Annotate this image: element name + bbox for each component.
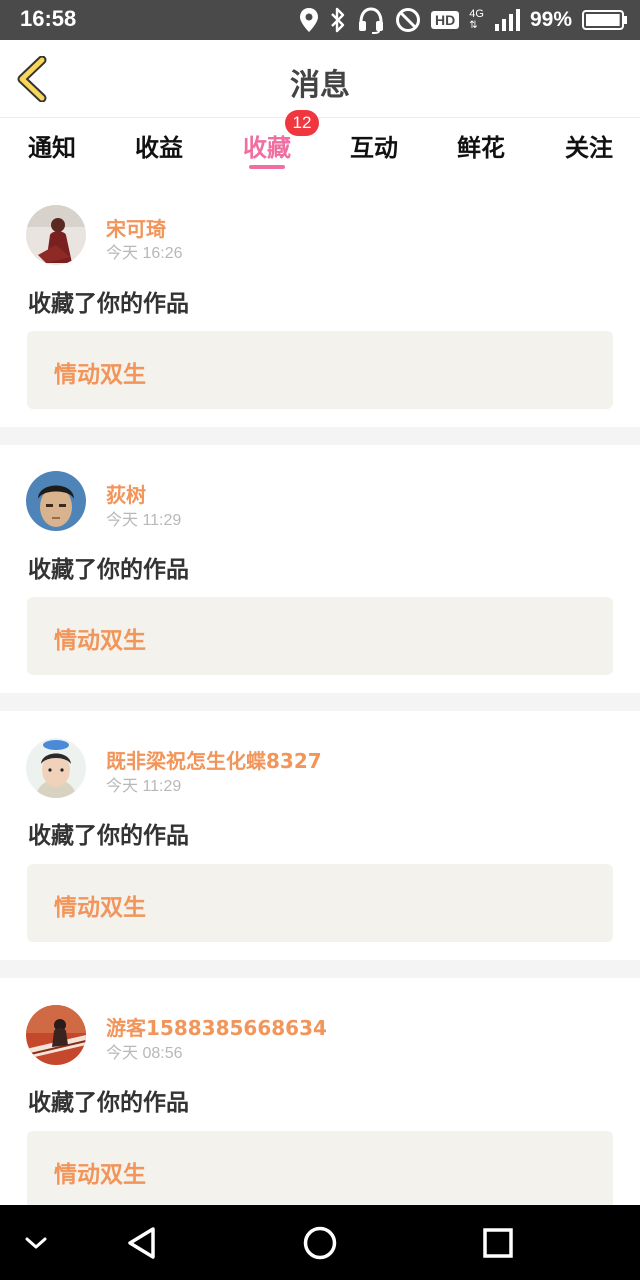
hd-icon: HD — [431, 11, 460, 29]
home-circle-icon — [303, 1226, 337, 1260]
battery-percent: 99% — [529, 8, 572, 31]
favorites-count-badge: 12 — [285, 110, 319, 136]
tab-follows[interactable]: 关注 — [549, 128, 629, 163]
header-bar: 消息 — [0, 40, 640, 118]
user-name[interactable]: 宋可琦 — [106, 213, 166, 242]
back-triangle-icon — [128, 1227, 155, 1259]
work-title: 情动双生 — [54, 362, 146, 388]
avatar[interactable] — [26, 1005, 86, 1065]
recents-button[interactable] — [474, 1219, 522, 1267]
tab-bar: 通知 收益 收藏 互动 鲜花 关注 — [0, 118, 640, 178]
action-text: 收藏了你的作品 — [28, 823, 189, 849]
work-title: 情动双生 — [54, 1162, 146, 1188]
user-name[interactable]: 既非梁祝怎生化蝶8327 — [106, 745, 322, 774]
avatar[interactable] — [26, 205, 86, 265]
timestamp: 今天 11:29 — [106, 778, 182, 795]
work-title: 情动双生 — [54, 628, 146, 654]
avatar[interactable] — [26, 738, 86, 798]
tab-flowers[interactable]: 鲜花 — [441, 128, 521, 163]
divider — [0, 693, 640, 711]
tab-notifications[interactable]: 通知 — [12, 128, 92, 163]
tab-interactions[interactable]: 互动 — [334, 128, 414, 163]
location-icon — [300, 8, 319, 32]
status-icons: HD 4G ⇅ 99% — [299, 6, 628, 34]
timestamp: 今天 11:29 — [106, 512, 182, 529]
do-not-disturb-icon — [396, 8, 421, 32]
active-tab-indicator — [249, 165, 285, 169]
signal-icon — [494, 9, 520, 31]
recents-square-icon — [483, 1228, 513, 1258]
feed-item: 既非梁祝怎生化蝶8327 今天 11:29 收藏了你的作品 情动双生 — [0, 711, 640, 960]
collapse-icon — [25, 1237, 47, 1249]
network-type-label: 4G ⇅ — [469, 8, 484, 32]
home-button[interactable] — [296, 1219, 344, 1267]
collapse-button[interactable] — [14, 1219, 62, 1267]
bluetooth-icon — [331, 7, 345, 33]
work-card[interactable]: 情动双生 — [27, 597, 613, 675]
feed-item: 游客1588385668634 今天 08:56 收藏了你的作品 情动双生 — [0, 978, 640, 1209]
divider — [0, 960, 640, 978]
timestamp: 今天 16:26 — [106, 245, 183, 262]
feed-item: 荻树 今天 11:29 收藏了你的作品 情动双生 — [0, 445, 640, 693]
tab-earnings[interactable]: 收益 — [119, 128, 199, 163]
status-bar: 16:58 HD 4G ⇅ 99% — [0, 0, 640, 40]
battery-icon — [582, 10, 627, 30]
status-time: 16:58 — [20, 6, 77, 31]
back-nav-button[interactable] — [118, 1219, 166, 1267]
user-name[interactable]: 荻树 — [106, 479, 146, 508]
action-text: 收藏了你的作品 — [28, 557, 189, 583]
work-card[interactable]: 情动双生 — [27, 864, 613, 942]
timestamp: 今天 08:56 — [106, 1045, 183, 1062]
action-text: 收藏了你的作品 — [28, 1090, 189, 1116]
divider — [0, 427, 640, 445]
user-name[interactable]: 游客1588385668634 — [106, 1012, 327, 1041]
headset-icon — [359, 7, 384, 34]
page-title: 消息 — [290, 68, 350, 103]
work-card[interactable]: 情动双生 — [27, 1131, 613, 1209]
work-title: 情动双生 — [54, 895, 146, 921]
action-text: 收藏了你的作品 — [28, 291, 189, 317]
work-card[interactable]: 情动双生 — [27, 331, 613, 409]
avatar[interactable] — [26, 471, 86, 531]
feed-item: 宋可琦 今天 16:26 收藏了你的作品 情动双生 — [0, 180, 640, 427]
navigation-bar — [0, 1205, 640, 1280]
